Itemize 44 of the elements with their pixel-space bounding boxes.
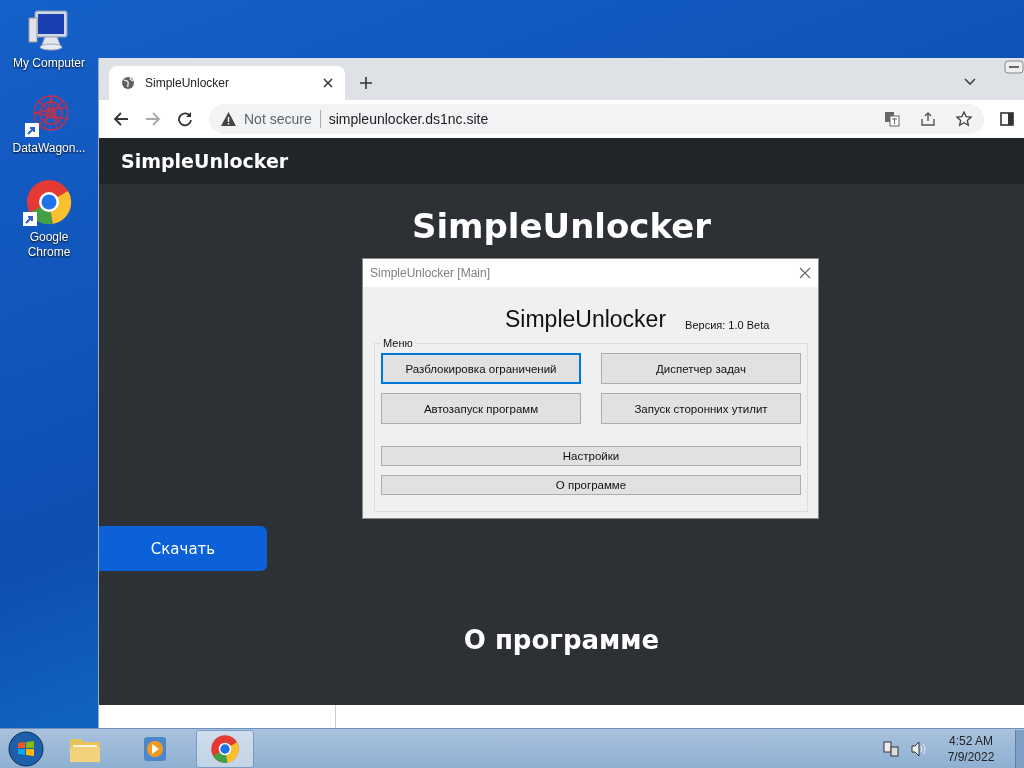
chrome-icon[interactable]: [25, 178, 73, 226]
network-icon[interactable]: [883, 740, 899, 757]
menu-button[interactable]: Диспетчер задач: [601, 353, 801, 384]
download-button[interactable]: Скачать: [99, 526, 267, 571]
computer-icon[interactable]: [27, 8, 71, 52]
side-panel-icon[interactable]: [1000, 112, 1014, 126]
chevron-down-icon[interactable]: [964, 78, 976, 86]
security-label: Not secure: [244, 111, 312, 127]
app-name: SimpleUnlocker: [505, 306, 667, 333]
reload-icon[interactable]: [177, 111, 193, 127]
browser-tab[interactable]: SimpleUnlocker: [109, 66, 345, 100]
site-brand[interactable]: SimpleUnlocker: [121, 150, 289, 172]
back-icon[interactable]: [113, 111, 129, 127]
minimize-icon[interactable]: [1004, 60, 1024, 74]
menu-button[interactable]: Разблокировка ограничений: [381, 353, 581, 384]
volume-icon[interactable]: [911, 740, 927, 757]
version-label: Версия: 1.0 Beta: [685, 319, 770, 331]
desktop-icon-label[interactable]: DataWagon...: [5, 141, 93, 156]
desktop-icon-label[interactable]: My Computer: [5, 56, 93, 71]
desktop-icon-label[interactable]: Google Chrome: [19, 230, 79, 260]
page-heading: SimpleUnlocker: [410, 206, 713, 246]
clock-date[interactable]: 7/9/2022: [947, 748, 995, 765]
dialog-title: SimpleUnlocker [Main]: [370, 266, 491, 280]
menu-button[interactable]: О программе: [381, 475, 801, 495]
menu-button[interactable]: Запуск сторонних утилит: [601, 393, 801, 424]
start-button[interactable]: [8, 730, 44, 767]
new-tab-icon[interactable]: [359, 76, 373, 90]
share-icon[interactable]: [920, 111, 936, 127]
star-icon[interactable]: [956, 111, 972, 127]
media-player-icon: [141, 734, 169, 763]
chrome-icon: [210, 733, 240, 764]
menu-button[interactable]: Автозапуск программ: [381, 393, 581, 424]
url-text: simpleunlocker.ds1nc.site: [328, 111, 489, 127]
menu-button[interactable]: Настройки: [381, 446, 801, 466]
translate-icon[interactable]: [884, 111, 900, 127]
taskbar-app[interactable]: [196, 729, 254, 768]
group-label: Меню: [382, 337, 414, 349]
close-icon[interactable]: [323, 78, 333, 88]
warning-icon: [221, 112, 236, 126]
address-bar[interactable]: Not secure simpleunlocker.ds1nc.site: [209, 104, 984, 134]
clock-time[interactable]: 4:52 AM: [949, 732, 993, 749]
globe-icon: [121, 76, 135, 90]
section-heading: О программе: [462, 625, 661, 655]
close-icon[interactable]: [799, 267, 811, 279]
